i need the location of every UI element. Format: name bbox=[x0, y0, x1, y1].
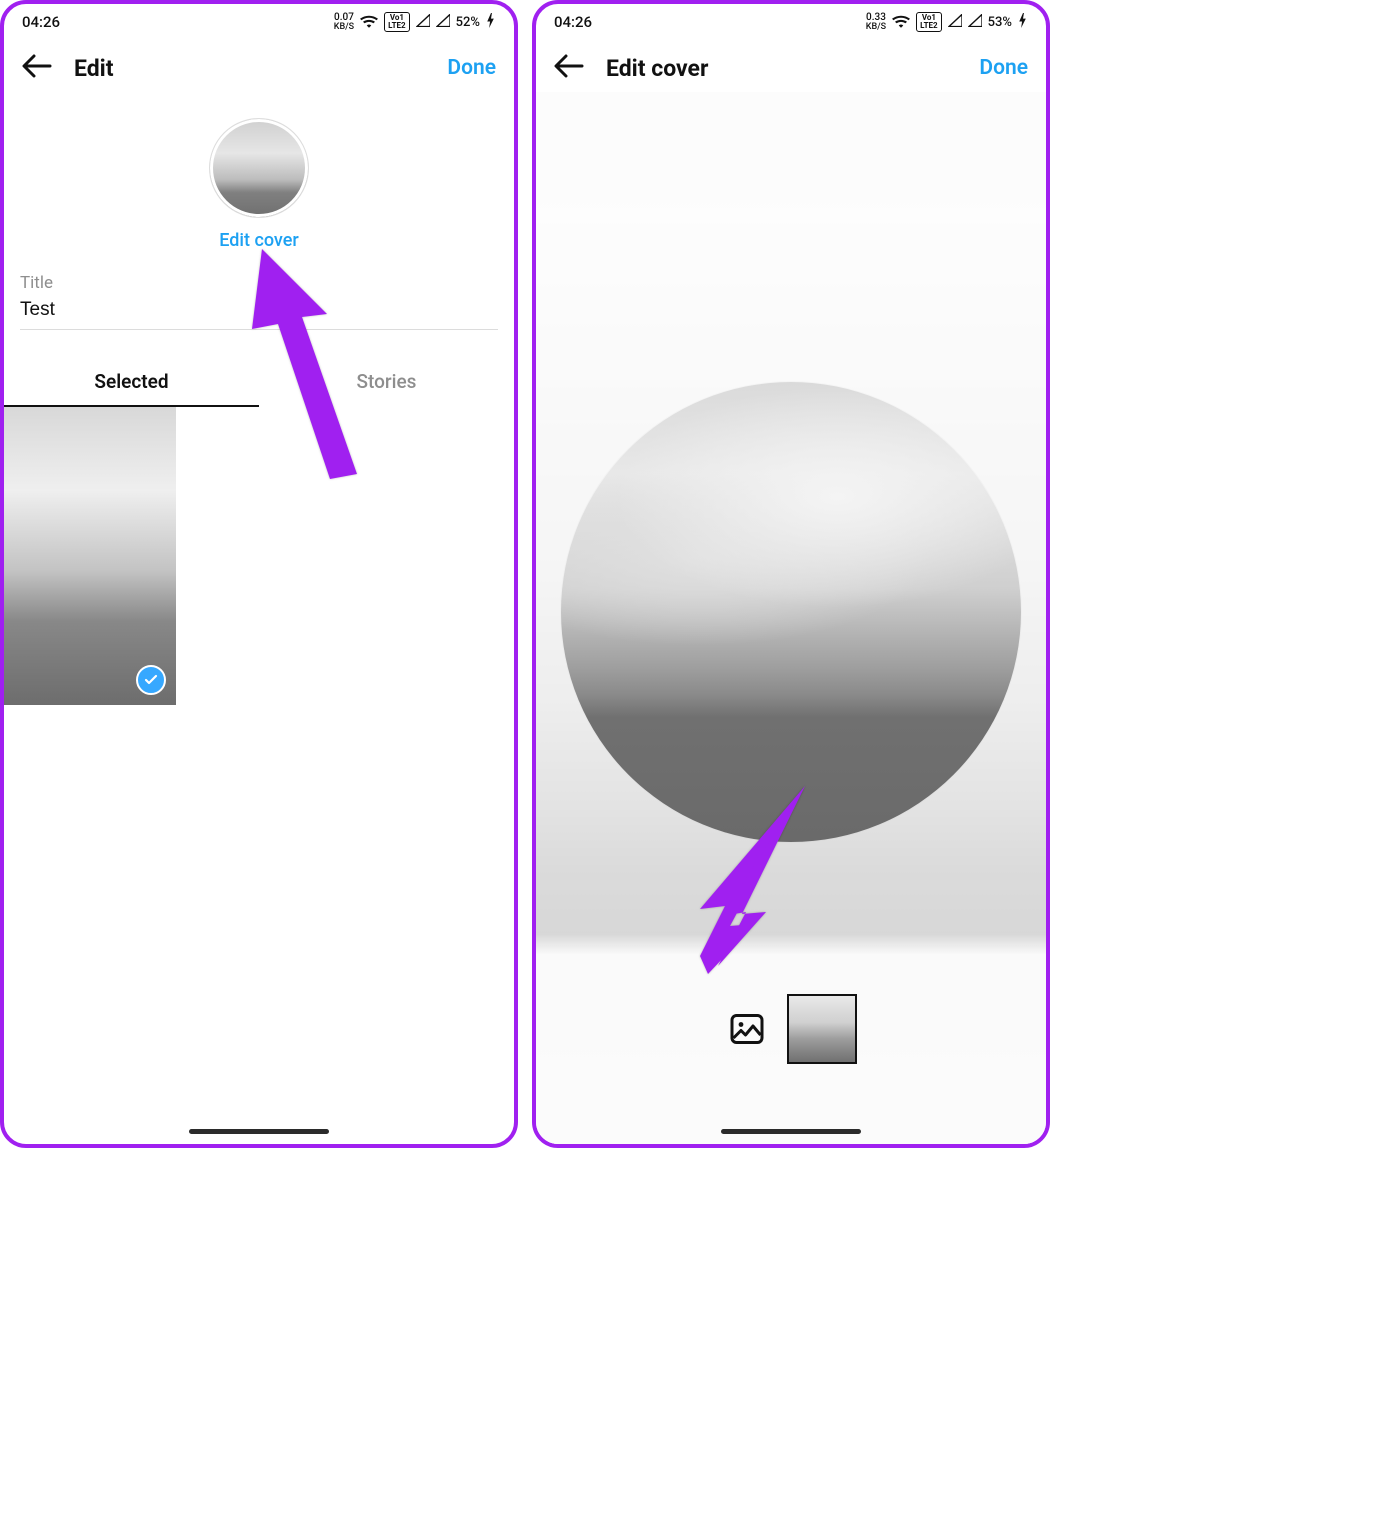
status-right: 0.07 KB/S Vo1 LTE2 52% bbox=[334, 12, 496, 32]
signal-icon-1 bbox=[948, 14, 962, 30]
gallery-picker-icon[interactable] bbox=[725, 1007, 769, 1051]
cover-preview[interactable] bbox=[209, 118, 309, 218]
signal-icon-1 bbox=[416, 14, 430, 30]
status-time: 04:26 bbox=[22, 13, 334, 31]
signal-icon-2 bbox=[436, 14, 450, 30]
cover-crop-circle[interactable] bbox=[561, 382, 1021, 842]
wifi-icon bbox=[892, 14, 910, 31]
cover-section: Edit cover bbox=[4, 92, 514, 251]
status-time: 04:26 bbox=[554, 13, 866, 31]
edit-cover-link[interactable]: Edit cover bbox=[219, 230, 299, 251]
page-title: Edit bbox=[74, 55, 114, 82]
nav-bar: Edit Done bbox=[4, 40, 514, 92]
status-bar: 04:26 0.33 KB/S Vo1 LTE2 53% bbox=[536, 4, 1046, 40]
lte-badge: Vo1 LTE2 bbox=[384, 12, 410, 32]
tab-stories[interactable]: Stories bbox=[259, 360, 514, 407]
back-arrow-icon[interactable] bbox=[554, 54, 584, 82]
network-speed: 0.33 KB/S bbox=[866, 13, 886, 32]
home-indicator[interactable] bbox=[189, 1129, 329, 1134]
network-speed: 0.07 KB/S bbox=[334, 13, 354, 32]
battery-text: 52% bbox=[456, 15, 480, 30]
phone-left: 04:26 0.07 KB/S Vo1 LTE2 52% bbox=[0, 0, 518, 1148]
back-arrow-icon[interactable] bbox=[22, 54, 52, 82]
story-grid bbox=[4, 407, 514, 705]
status-bar: 04:26 0.07 KB/S Vo1 LTE2 52% bbox=[4, 4, 514, 40]
phone-right: 04:26 0.33 KB/S Vo1 LTE2 53% bbox=[532, 0, 1050, 1148]
title-block: Title bbox=[4, 251, 514, 336]
home-indicator[interactable] bbox=[721, 1129, 861, 1134]
source-thumb[interactable] bbox=[787, 994, 857, 1064]
tabs: Selected Stories bbox=[4, 360, 514, 407]
wifi-icon bbox=[360, 14, 378, 31]
done-button[interactable]: Done bbox=[979, 56, 1028, 80]
charging-icon bbox=[1018, 13, 1028, 31]
nav-bar: Edit cover Done bbox=[536, 40, 1046, 92]
tab-selected[interactable]: Selected bbox=[4, 360, 259, 407]
page-title: Edit cover bbox=[606, 55, 708, 82]
selected-check-icon bbox=[136, 665, 166, 695]
lte-badge: Vo1 LTE2 bbox=[916, 12, 942, 32]
cover-crop-area[interactable] bbox=[536, 92, 1046, 1144]
signal-icon-2 bbox=[968, 14, 982, 30]
cover-image bbox=[561, 382, 1021, 842]
battery-text: 53% bbox=[988, 15, 1012, 30]
status-right: 0.33 KB/S Vo1 LTE2 53% bbox=[866, 12, 1028, 32]
story-thumb[interactable] bbox=[4, 407, 176, 705]
thumb-row bbox=[725, 994, 857, 1064]
charging-icon bbox=[486, 13, 496, 31]
done-button[interactable]: Done bbox=[447, 56, 496, 80]
title-input[interactable] bbox=[20, 297, 498, 330]
title-label: Title bbox=[20, 273, 498, 293]
